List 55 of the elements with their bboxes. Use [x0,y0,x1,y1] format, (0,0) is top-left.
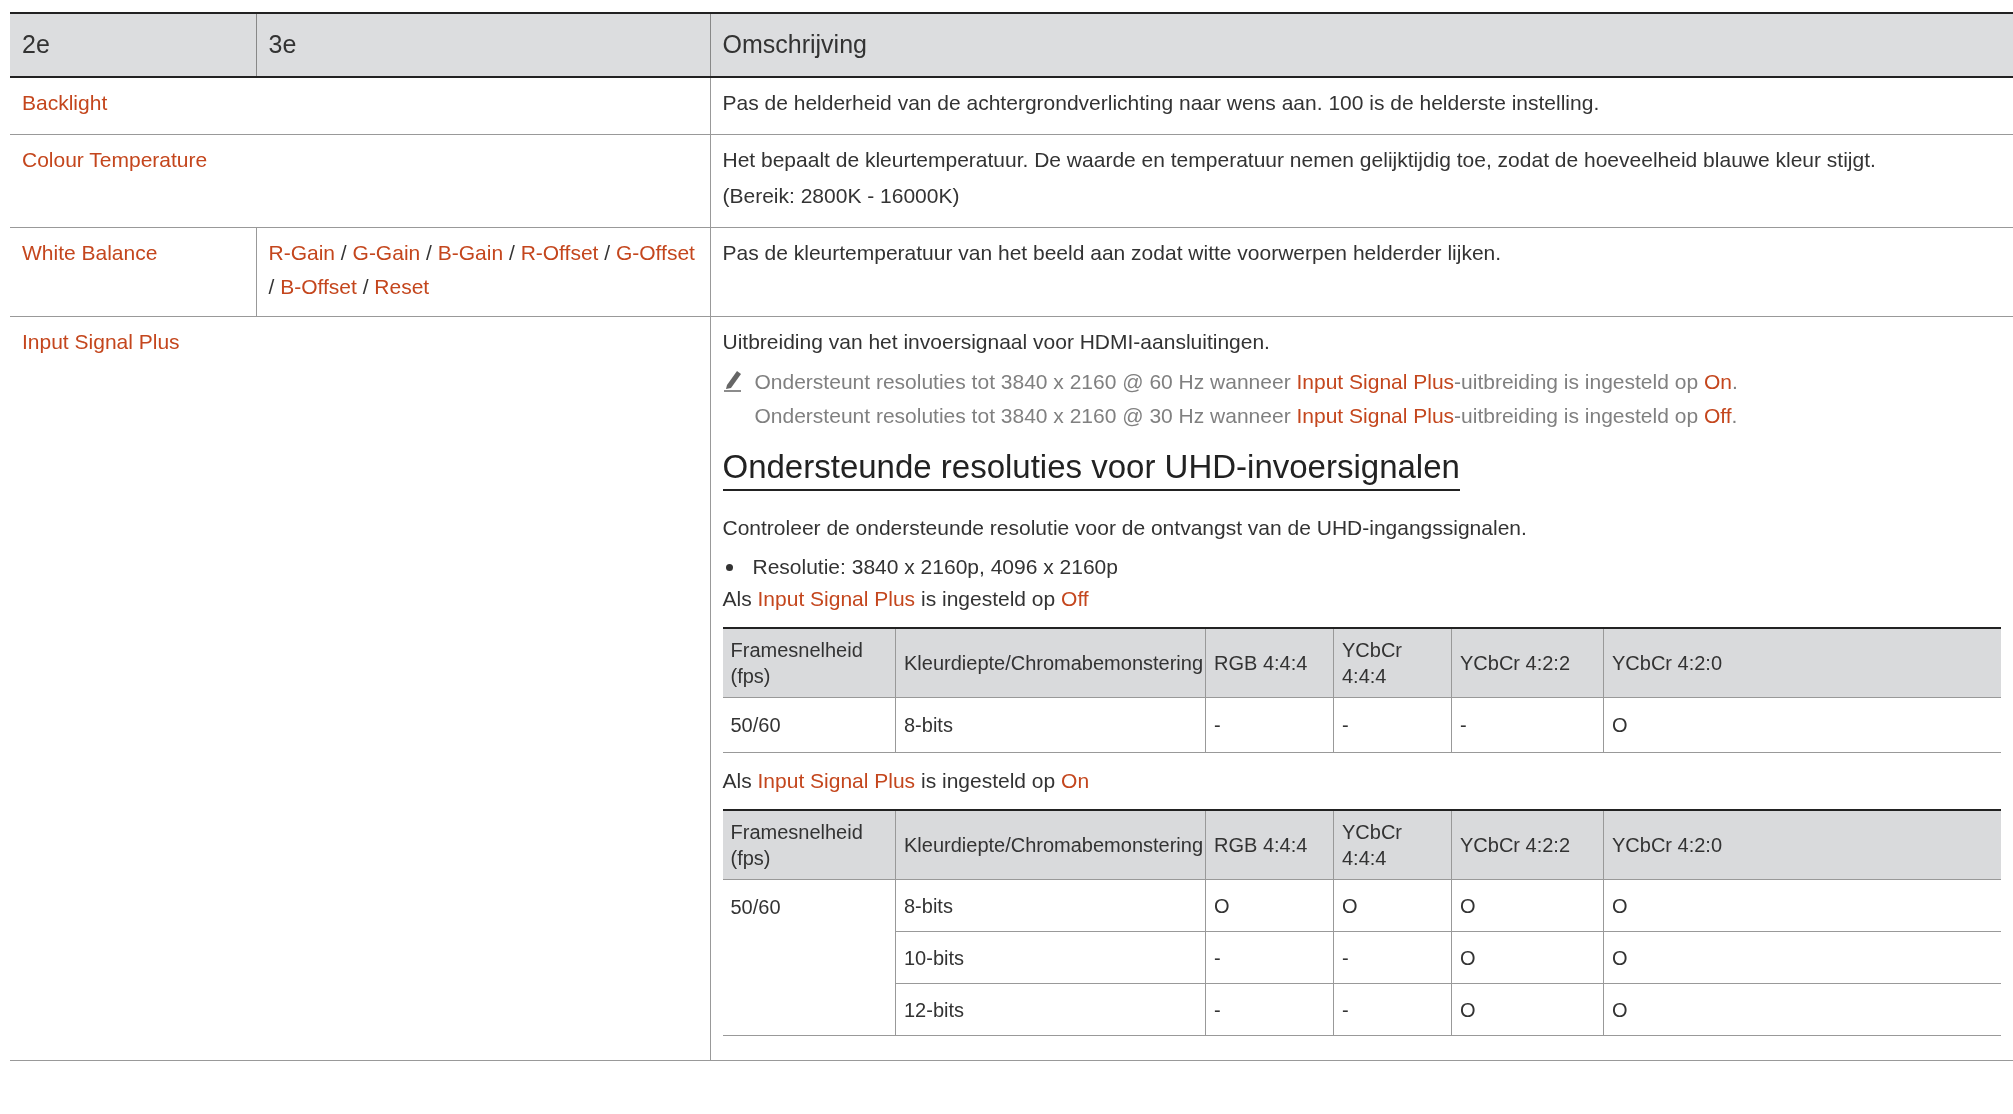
table-cell: - [1205,931,1334,984]
column-header: YCbCr 4:4:4 [1333,810,1452,880]
table-cell: 8-bits [895,879,1206,932]
setting-name: Backlight [10,77,710,135]
table-cell: O [1603,697,2001,753]
table-caption: Als Input Signal Plus is ingesteld op Off [722,586,1090,612]
table-cell: O [1603,879,2001,932]
description-text: (Bereik: 2800K - 16000K) [722,183,961,209]
table-cell: O [1451,931,1604,984]
column-header: Framesnelheid (fps) [722,628,896,698]
table-cell: O [1333,879,1452,932]
column-header: RGB 4:4:4 [1205,810,1334,880]
column-header: Kleurdiepte/Chromabemonstering [895,810,1206,880]
table-cell: O [1451,983,1604,1036]
pencil-icon [722,368,743,392]
table-cell: 50/60 [722,697,896,753]
description-text: Uitbreiding van het invoersignaal voor HDMI-aansluitingen. [722,329,1271,355]
table-cell: O [1603,983,2001,1036]
column-header: Framesnelheid (fps) [722,810,896,880]
table-cell: 10-bits [895,931,1206,984]
column-header: 2e [10,13,256,77]
column-header: Omschrijving [710,13,2013,77]
description-text: Het bepaalt de kleurtemperatuur. De waarde en temperatuur nemen gelijktijdig toe, zodat de hoeveelheid blauwe kleur stijgt. [722,147,1877,173]
table-cell: - [1451,697,1604,753]
table-caption: Als Input Signal Plus is ingesteld op On [722,768,1091,794]
table-cell: 12-bits [895,983,1206,1036]
setting-name: White Balance [10,227,256,317]
setting-options: R-Gain / G-Gain / B-Gain / R-Offset / G-Offset / B-Offset / Reset [256,227,710,317]
table-cell: - [1333,931,1452,984]
setting-name: Colour Temperature [10,134,710,228]
table-cell: O [1451,879,1604,932]
table-cell: 8-bits [895,697,1206,753]
column-header: RGB 4:4:4 [1205,628,1334,698]
column-header: YCbCr 4:2:2 [1451,810,1604,880]
description-text: Pas de kleurtemperatuur van het beeld aan zodat witte voorwerpen helderder lijken. [722,240,1503,266]
table-cell: - [1333,697,1452,753]
column-header: Kleurdiepte/Chromabemonstering [895,628,1206,698]
description-text: Pas de helderheid van de achtergrondverlichting naar wens aan. 100 is de helderste instelling. [722,90,1601,116]
column-header: 3e [256,13,710,77]
table-cell: 50/60 [722,879,896,1036]
column-header: YCbCr 4:2:0 [1603,628,2001,698]
description-text: Controleer de ondersteunde resolutie voor de ontvangst van de UHD-ingangssignalen. [722,515,1528,541]
note-text: Ondersteunt resoluties tot 3840 x 2160 @ 30 Hz wanneer Input Signal Plus-uitbreiding is ingesteld op Off. [754,403,1738,429]
column-header: YCbCr 4:4:4 [1333,628,1452,698]
table-cell: - [1333,983,1452,1036]
table-cell: O [1603,931,2001,984]
table-cell: - [1205,983,1334,1036]
table-cell: - [1205,697,1334,753]
section-heading: Ondersteunde resoluties voor UHD-invoersignalen [722,445,1460,491]
table-cell: O [1205,879,1334,932]
setting-name: Input Signal Plus [10,316,710,1061]
column-header: YCbCr 4:2:2 [1451,628,1604,698]
bullet-text: Resolutie: 3840 x 2160p, 4096 x 2160p [752,554,1118,580]
column-header: YCbCr 4:2:0 [1603,810,2001,880]
note-text: Ondersteunt resoluties tot 3840 x 2160 @ 60 Hz wanneer Input Signal Plus-uitbreiding is ingesteld op On. [754,369,1738,395]
